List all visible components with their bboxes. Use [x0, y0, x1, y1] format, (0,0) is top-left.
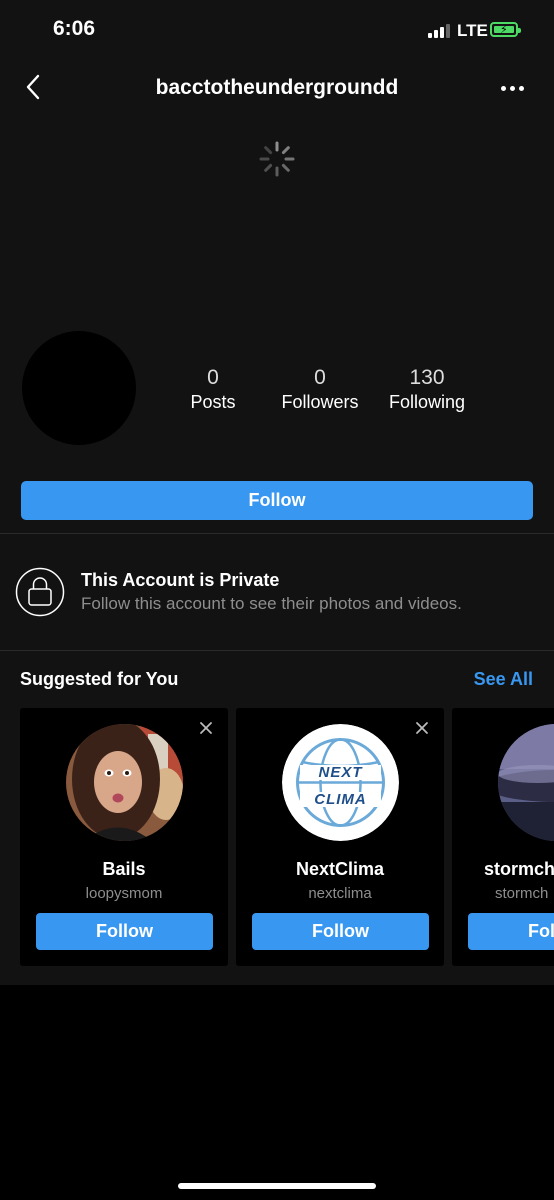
suggested-avatar[interactable]: NEXT CLIMA — [282, 724, 399, 841]
followers-label: Followers — [281, 392, 359, 412]
suggested-card[interactable]: stormch stormch Follow — [452, 708, 554, 966]
dismiss-suggestion-button[interactable] — [198, 720, 214, 736]
posts-stat[interactable]: 0 Posts — [158, 366, 268, 413]
private-account-subtitle: Follow this account to see their photos … — [81, 594, 462, 613]
suggested-follow-button[interactable]: Follow — [252, 913, 429, 950]
lock-icon — [15, 567, 65, 617]
suggested-username: nextclima — [308, 885, 372, 902]
suggested-avatar[interactable] — [66, 724, 183, 841]
suggested-name: NextClima — [295, 859, 385, 879]
status-bar: 6:06 LTE ⚡ — [0, 0, 554, 60]
home-indicator[interactable] — [178, 1183, 376, 1189]
followers-stat[interactable]: 0 Followers — [265, 366, 375, 413]
profile-username: bacctotheundergroundd — [155, 76, 399, 99]
following-label: Following — [388, 392, 466, 412]
suggested-username: stormch — [495, 885, 549, 902]
logo-text: CLIMA — [314, 791, 367, 808]
cellular-signal-icon — [428, 24, 450, 38]
suggested-name: stormch — [484, 859, 554, 879]
private-account-title: This Account is Private — [81, 570, 280, 590]
suggested-card[interactable]: NEXT CLIMA NextClima nextclima Follow — [236, 708, 444, 966]
more-options-button[interactable] — [494, 76, 530, 100]
posts-label: Posts — [190, 392, 236, 412]
profile-photo — [498, 724, 554, 841]
logo-text: NEXT — [318, 764, 363, 781]
following-count: 130 — [409, 366, 445, 389]
divider — [0, 650, 554, 651]
dismiss-suggestion-button[interactable] — [414, 720, 430, 736]
suggested-username: loopysmom — [85, 885, 163, 902]
suggested-follow-button[interactable]: Follow — [468, 913, 554, 950]
suggested-avatar[interactable] — [498, 724, 554, 841]
status-time: 6:06 — [53, 17, 96, 40]
following-stat[interactable]: 130 Following — [372, 366, 482, 413]
suggested-card[interactable]: Bails loopysmom Follow — [20, 708, 228, 966]
network-type: LTE — [457, 21, 488, 40]
more-dots-icon — [500, 85, 506, 91]
nextclima-logo — [282, 724, 399, 841]
profile-avatar[interactable] — [22, 331, 136, 445]
battery-charging-icon: ⚡ — [490, 22, 521, 37]
loading-spinner-icon — [259, 141, 295, 177]
suggested-heading: Suggested for You — [20, 669, 179, 689]
follow-button[interactable]: Follow — [21, 481, 533, 520]
profile-photo — [66, 724, 183, 841]
see-all-link[interactable]: See All — [474, 669, 533, 690]
suggested-name: Bails — [102, 859, 146, 879]
suggested-follow-button[interactable]: Follow — [36, 913, 213, 950]
followers-count: 0 — [314, 366, 326, 389]
divider — [0, 533, 554, 534]
posts-count: 0 — [207, 366, 219, 389]
